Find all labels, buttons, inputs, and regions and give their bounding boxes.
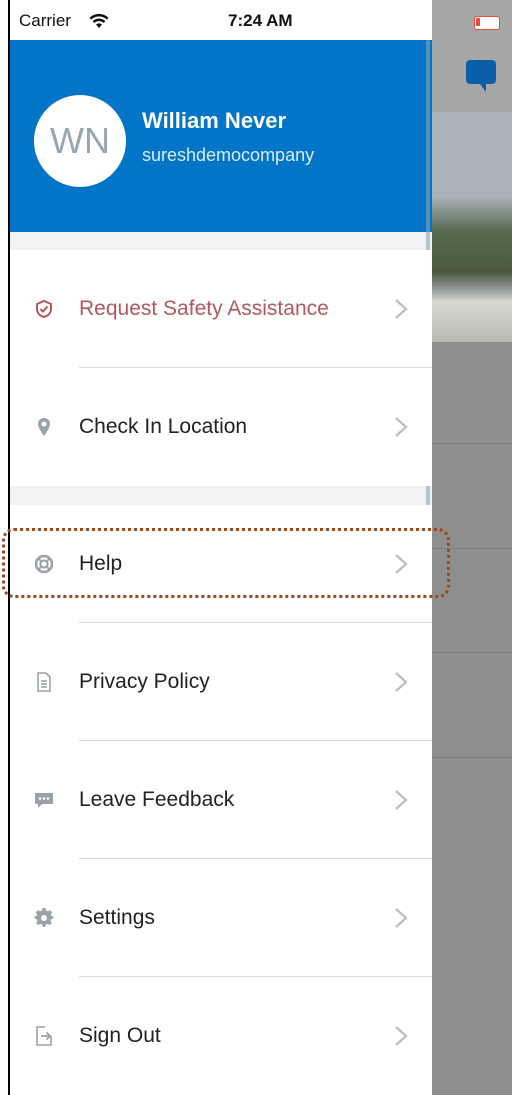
status-bar: Carrier 7:24 AM (10, 0, 432, 40)
background-app-header (432, 0, 512, 112)
chevron-right-icon (395, 908, 408, 928)
sign-out-icon (36, 1026, 52, 1046)
background-photo (432, 112, 512, 342)
background-divider (432, 652, 512, 653)
background-divider (432, 443, 512, 444)
menu-item-label: Leave Feedback (79, 788, 235, 811)
menu-item-privacy-policy[interactable]: Privacy Policy (10, 623, 432, 741)
menu-item-settings[interactable]: Settings (10, 859, 432, 977)
chat-icon[interactable] (466, 60, 496, 92)
chevron-right-icon (395, 299, 408, 319)
chat-bubble-icon (35, 793, 53, 808)
wifi-icon (89, 14, 109, 28)
menu-item-label: Settings (79, 906, 155, 929)
carrier-label: Carrier (19, 11, 71, 30)
chevron-right-icon (395, 417, 408, 437)
gear-icon (34, 908, 54, 927)
menu-item-label: Check In Location (79, 415, 248, 438)
menu-section-safety: Request Safety Assistance Check In Locat… (10, 250, 432, 486)
menu-item-label: Privacy Policy (79, 670, 210, 693)
chevron-right-icon (395, 672, 408, 692)
avatar[interactable]: WN (34, 95, 126, 187)
profile-header: WN William Never sureshdemocompany (10, 40, 432, 232)
menu-item-label: Sign Out (79, 1024, 161, 1047)
location-pin-icon (38, 418, 50, 436)
menu-item-sign-out[interactable]: Sign Out (10, 977, 432, 1095)
chevron-right-icon (395, 790, 408, 810)
background-divider (432, 757, 512, 758)
menu-item-leave-feedback[interactable]: Leave Feedback (10, 741, 432, 859)
document-icon (37, 672, 51, 692)
help-highlight-box (2, 528, 450, 598)
menu-item-label: Request Safety Assistance (79, 297, 329, 320)
battery-icon (474, 16, 500, 30)
user-name: William Never (142, 108, 287, 133)
menu-item-request-safety[interactable]: Request Safety Assistance (10, 250, 432, 368)
shield-check-icon (36, 299, 52, 319)
company-name: sureshdemocompany (142, 145, 315, 165)
chevron-right-icon (395, 1026, 408, 1046)
menu-item-check-in-location[interactable]: Check In Location (10, 368, 432, 486)
clock: 7:24 AM (228, 11, 293, 30)
